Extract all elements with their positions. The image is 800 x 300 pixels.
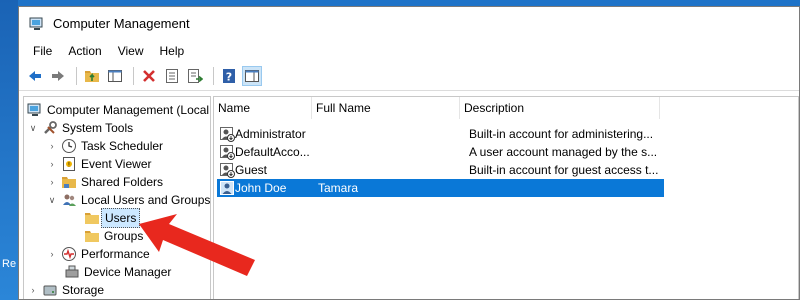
delete-icon [143,70,155,82]
folder-icon [84,228,100,244]
forward-button[interactable] [48,66,68,86]
chevron-down-icon[interactable]: ∨ [46,191,58,209]
menu-file[interactable]: File [25,44,60,58]
tree-item-event-viewer[interactable]: › ! Event Viewer [46,155,151,173]
disabled-user-icon [219,144,235,160]
user-full-name: Tamara [318,181,359,195]
back-button[interactable] [25,66,45,86]
tree-item-label: Shared Folders [81,175,164,189]
window-title: Computer Management [53,16,190,31]
computer-management-icon [27,102,43,118]
column-header-name[interactable]: Name [214,97,312,119]
tree-item-label: Task Scheduler [81,139,164,153]
help-icon: ? [223,69,235,84]
computer-management-app-icon [29,17,45,31]
chevron-down-icon[interactable]: ∨ [27,119,39,137]
disabled-user-icon [219,162,235,178]
user-name: Guest [235,163,268,177]
export-list-button[interactable] [185,66,205,86]
chevron-right-icon[interactable]: › [46,155,58,173]
chevron-right-icon[interactable]: › [27,281,39,299]
disabled-user-icon [219,126,235,142]
folder-icon [84,210,100,226]
up-one-level-button[interactable] [82,66,102,86]
tree-item-shared-folders[interactable]: › Shared Folders [46,173,164,191]
menu-view[interactable]: View [110,44,152,58]
tree-item-label: Users [101,208,141,228]
users-list-view: Name Full Name Description Administrator… [213,96,799,299]
chevron-right-icon[interactable]: › [46,245,58,263]
tree-item-performance[interactable]: › Performance [46,245,150,263]
users-groups-icon [61,192,77,208]
user-icon [219,180,235,196]
user-name: DefaultAcco... [235,145,310,159]
column-header-description[interactable]: Description [460,97,660,119]
delete-button[interactable] [139,66,159,86]
back-icon [29,71,41,81]
tools-icon [42,120,58,136]
device-manager-icon [64,264,80,280]
storage-icon [42,282,58,298]
user-description: Built-in account for guest access t... [469,163,659,177]
list-row-john-doe[interactable]: John Doe Tamara [217,179,664,197]
help-button[interactable]: ? [219,66,239,86]
chevron-right-icon[interactable]: › [46,137,58,155]
chevron-right-icon[interactable]: › [46,173,58,191]
forward-icon [52,71,64,81]
tree-item-label: Event Viewer [81,157,152,171]
computer-management-window: Computer Management File Action View Hel… [18,6,800,300]
annotation-arrow-icon [139,214,255,276]
menu-bar: File Action View Help [19,40,799,62]
user-name: Administrator [235,127,306,141]
tree-item-label: System Tools [62,121,134,135]
column-header-full-name[interactable]: Full Name [312,97,460,119]
tree-item-computer-management[interactable]: Computer Management (Local [27,101,209,119]
show-hide-action-pane-button[interactable] [242,66,262,86]
menu-help[interactable]: Help [152,44,193,58]
desktop-background [0,0,18,300]
properties-icon [166,69,178,83]
tree-item-groups[interactable]: Groups [84,227,143,245]
tree-item-local-users-and-groups[interactable]: ∨ Local Users and Groups [46,191,210,209]
list-row-guest[interactable]: Guest Built-in account for guest access … [217,161,664,179]
user-name: John Doe [235,181,287,195]
tree-item-users[interactable]: Users [84,208,141,228]
tree-item-storage[interactable]: › Storage [27,281,105,299]
toolbar-separator [133,67,134,85]
tree-item-label: Groups [104,229,144,243]
clock-icon [61,138,77,154]
title-bar: Computer Management [19,7,799,40]
up-folder-icon [85,71,99,82]
user-description: Built-in account for administering... [469,127,654,141]
menu-action[interactable]: Action [60,44,109,58]
show-hide-tree-button[interactable] [105,66,125,86]
list-row-defaultaccount[interactable]: DefaultAcco... A user account managed by… [217,143,664,161]
performance-icon [61,246,77,262]
toolbar-separator [213,67,214,85]
tree-item-label: Local Users and Groups [81,193,211,207]
toolbar: ? [19,62,799,91]
content-area: Computer Management (Local ∨ System Tool… [19,91,799,299]
export-list-icon [188,69,203,83]
tree-item-label: Computer Management (Local [47,103,210,117]
tree-item-system-tools[interactable]: ∨ System Tools [27,119,133,137]
user-description: A user account managed by the s... [469,145,658,159]
event-viewer-icon: ! [61,156,77,172]
tree-item-label: Storage [62,283,105,297]
tree-item-task-scheduler[interactable]: › Task Scheduler [46,137,163,155]
desktop-icon-label: Re [2,258,17,270]
svg-text:!: ! [68,162,70,169]
show-hide-action-pane-icon [245,70,259,82]
properties-button[interactable] [162,66,182,86]
svg-text:?: ? [226,71,232,84]
list-row-administrator[interactable]: Administrator Built-in account for admin… [217,125,664,143]
toolbar-separator [76,67,77,85]
shared-folder-icon [61,174,77,190]
show-hide-tree-icon [108,70,122,82]
